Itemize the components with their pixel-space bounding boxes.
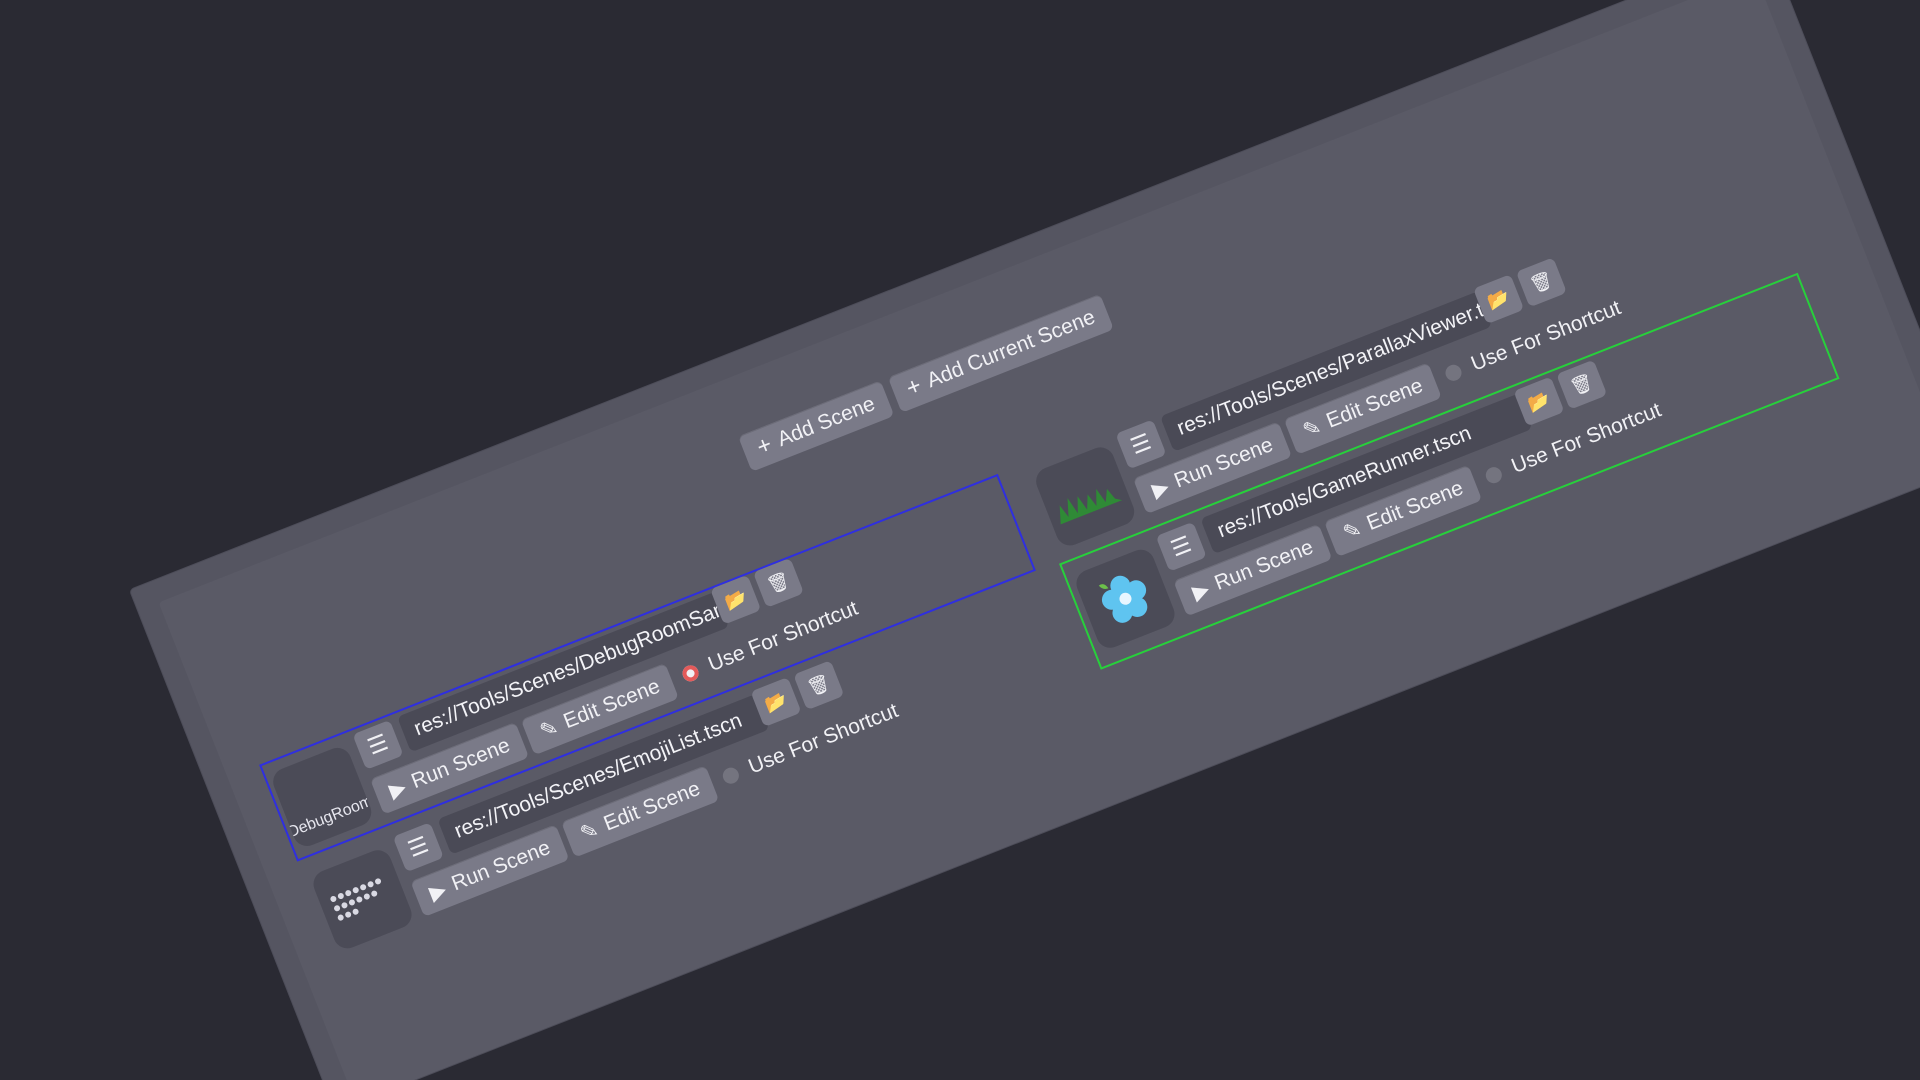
radio-indicator <box>720 765 742 786</box>
plus-icon: + <box>902 371 926 403</box>
delete-trash-icon[interactable]: 🗑 <box>752 557 805 608</box>
flower-icon <box>1098 575 1148 623</box>
pencil-icon: ✎ <box>1299 414 1325 443</box>
drag-handle-menu-icon[interactable]: ☰ <box>392 822 444 873</box>
scene-list-container: + Add Scene + Add Current Scene DebugRoo… <box>158 0 1920 1080</box>
grass-icon <box>1059 488 1123 525</box>
thumbnail-label: DebugRoom <box>285 792 376 842</box>
radio-indicator <box>1483 464 1505 486</box>
delete-trash-icon[interactable]: 🗑 <box>1556 359 1608 410</box>
radio-indicator-selected <box>680 662 702 684</box>
scene-launcher-panel: + Add Scene + Add Current Scene DebugRoo… <box>130 0 1920 1080</box>
play-icon: ▶ <box>426 877 450 905</box>
radio-indicator <box>1443 362 1465 384</box>
pencil-icon: ✎ <box>576 817 602 846</box>
plus-icon: + <box>752 430 776 462</box>
pencil-icon: ✎ <box>1339 517 1365 545</box>
play-icon: ▶ <box>385 775 410 803</box>
top-toolbar: + Add Scene + Add Current Scene <box>738 293 1115 472</box>
drag-handle-menu-icon[interactable]: ☰ <box>1155 521 1207 572</box>
scene-thumbnail <box>309 846 416 953</box>
drag-handle-menu-icon[interactable]: ☰ <box>352 719 404 770</box>
add-scene-label: Add Scene <box>774 392 879 452</box>
add-current-scene-button[interactable]: + Add Current Scene <box>887 293 1115 413</box>
scene-thumbnail: DebugRoom <box>269 743 376 851</box>
delete-trash-icon[interactable]: 🗑 <box>1515 257 1568 308</box>
add-current-scene-label: Add Current Scene <box>923 305 1099 393</box>
emoji-grid-icon <box>330 878 382 921</box>
delete-trash-icon[interactable]: 🗑 <box>793 660 845 711</box>
drag-handle-menu-icon[interactable]: ☰ <box>1115 419 1167 470</box>
play-icon: ▶ <box>1189 576 1213 605</box>
pencil-icon: ✎ <box>536 715 562 744</box>
add-scene-button[interactable]: + Add Scene <box>738 380 895 472</box>
play-icon: ▶ <box>1148 474 1173 502</box>
desktop-background: + Add Scene + Add Current Scene DebugRoo… <box>0 0 1920 1080</box>
